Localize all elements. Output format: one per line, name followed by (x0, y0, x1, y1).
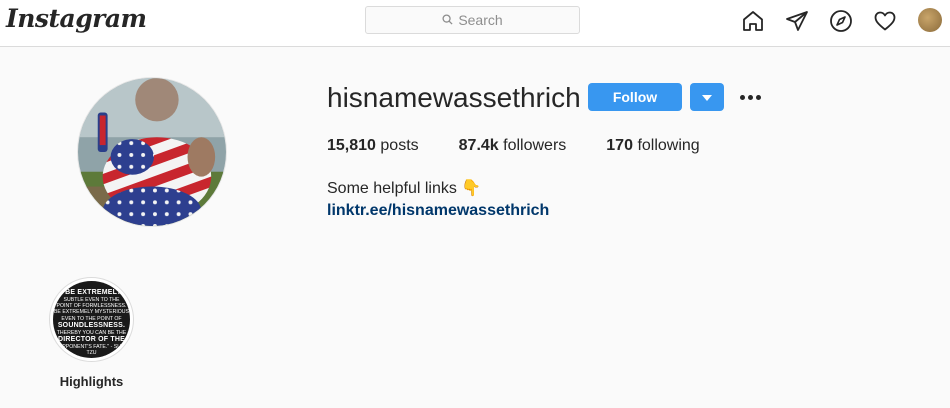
posts-count: 15,810 (327, 137, 376, 154)
highlight-cover-line: SOUNDLESSNESS. (57, 321, 126, 329)
ellipsis-dot (747, 94, 753, 100)
follow-button[interactable]: Follow (588, 83, 682, 111)
highlight-label: Highlights (59, 374, 124, 389)
direct-icon[interactable] (785, 9, 809, 33)
search-icon (442, 12, 453, 28)
followers-label: followers (503, 137, 567, 154)
posts-stat: 15,810 posts (327, 137, 419, 155)
home-icon[interactable] (741, 9, 765, 33)
profile-photo-illustration (78, 78, 226, 226)
profile-stats: 15,810 posts 87.4k followers 170 followi… (327, 137, 740, 155)
highlight-cover-line: EVEN TO THE POINT OF (61, 315, 122, 322)
followers-stat[interactable]: 87.4k followers (459, 137, 567, 155)
profile-avatar[interactable] (918, 8, 942, 32)
ellipsis-icon (739, 94, 745, 100)
top-nav: Instagram Search (0, 0, 950, 47)
highlight-cover-line: BE EXTREMELY MYSTERIOUS (53, 309, 130, 316)
instagram-logo[interactable]: Instagram (6, 4, 147, 33)
search-input[interactable]: Search (365, 6, 580, 34)
highlight-cover-line: DIRECTOR OF THE (57, 336, 126, 344)
following-label: following (637, 137, 700, 154)
following-stat[interactable]: 170 following (606, 137, 699, 155)
caret-down-icon (702, 88, 712, 106)
profile-bio: Some helpful links 👇 (327, 180, 482, 197)
search-placeholder: Search (458, 12, 503, 28)
posts-label: posts (380, 137, 419, 154)
profile-picture[interactable] (77, 77, 227, 227)
following-count: 170 (606, 137, 633, 154)
activity-heart-icon[interactable] (873, 9, 897, 33)
suggested-dropdown-button[interactable] (690, 83, 724, 111)
explore-icon[interactable] (829, 9, 853, 33)
profile-username: hisnamewassethrich (327, 82, 581, 113)
bio-link[interactable]: linktr.ee/hisnamewassethrich (327, 202, 549, 220)
ellipsis-dot (755, 94, 761, 100)
followers-count: 87.4k (458, 137, 499, 154)
more-options-button[interactable] (737, 88, 763, 106)
highlight-cover[interactable]: "BE EXTREMELY SUBTLE EVEN TO THE POINT O… (53, 281, 130, 358)
